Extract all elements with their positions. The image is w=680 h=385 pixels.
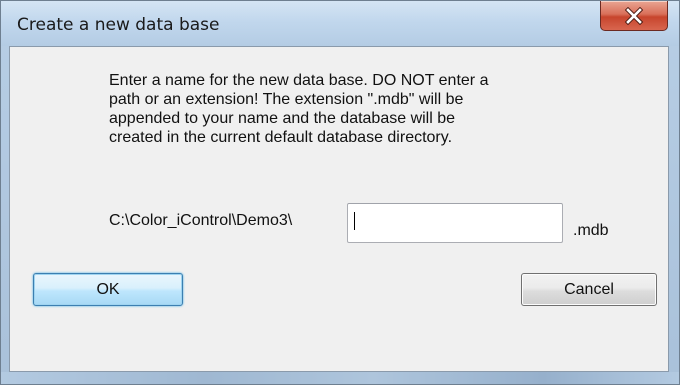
close-icon (601, 1, 667, 30)
ok-button[interactable]: OK (33, 273, 183, 306)
window-bottom-frame (1, 372, 679, 384)
path-prefix-label: C:\Color_iControl\Demo3\ (109, 212, 293, 229)
close-button[interactable] (600, 1, 668, 31)
cancel-button-label: Cancel (564, 280, 614, 298)
title-bar[interactable]: Create a new data base (1, 1, 679, 46)
window-title: Create a new data base (17, 15, 220, 35)
extension-label: .mdb (573, 222, 609, 239)
text-caret (354, 212, 355, 230)
database-name-input[interactable] (347, 203, 563, 243)
ok-button-label: OK (96, 280, 120, 298)
instructions-text: Enter a name for the new data base. DO N… (109, 72, 489, 146)
dialog-window: Create a new data base Enter a name for … (0, 0, 680, 385)
cancel-button[interactable]: Cancel (521, 273, 657, 306)
